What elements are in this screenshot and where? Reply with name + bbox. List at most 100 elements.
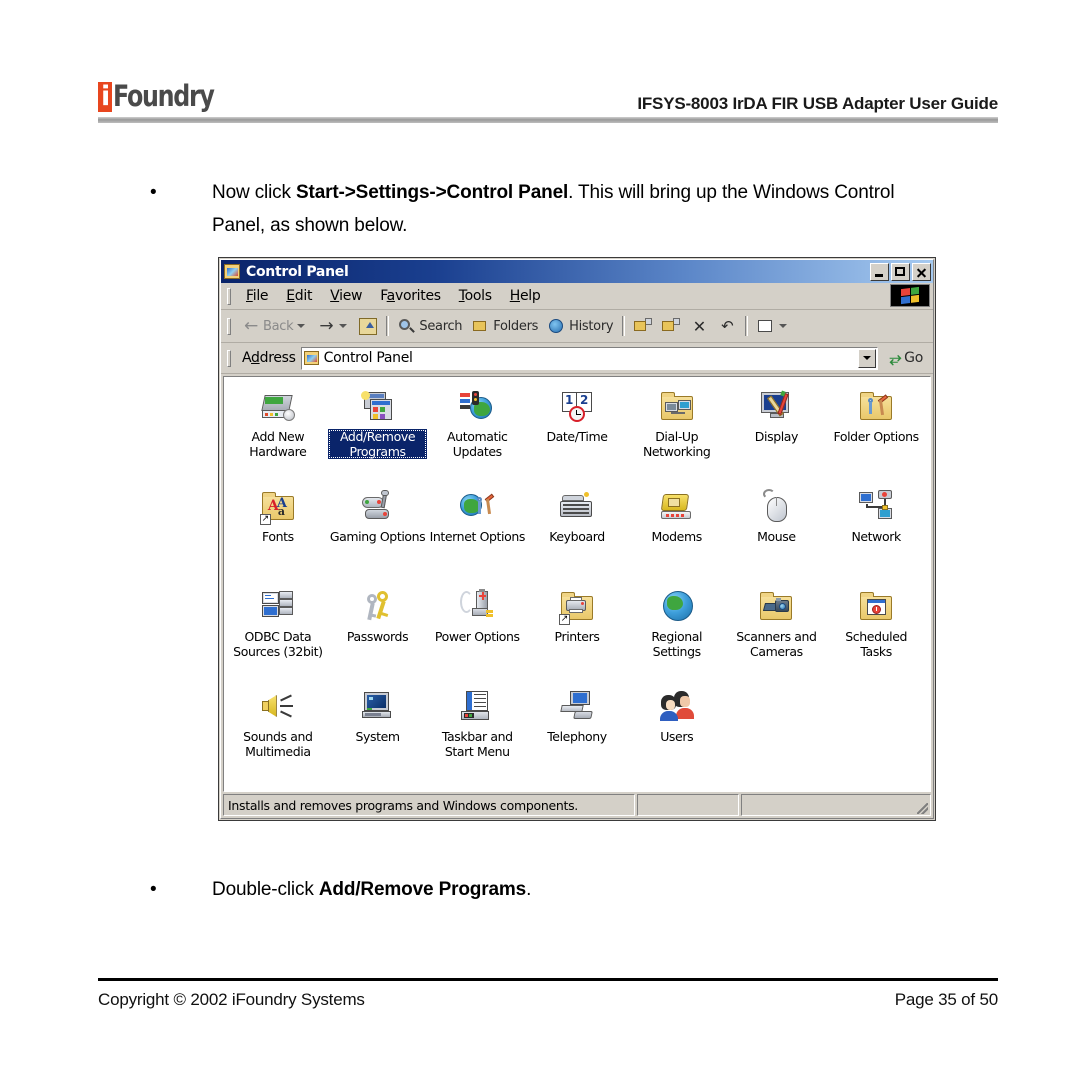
address-dropdown-button[interactable] [858,348,877,368]
menu-item-help[interactable]: Help [501,286,550,306]
cp-item-label: Internet Options [429,529,526,544]
menu-item-file[interactable]: File [237,286,277,306]
header-divider [98,117,998,123]
scanners-and-cameras-icon [757,589,795,625]
delete-x-icon: ✕ [692,316,706,336]
cp-item-scanners-and-cameras[interactable]: Scanners and Cameras [727,585,827,681]
history-icon [548,318,566,335]
cp-item-date-time[interactable]: 1 2 Date/Time [527,385,627,481]
automatic-updates-icon [458,389,496,425]
move-to-button[interactable] [629,316,657,337]
telephony-icon [558,689,596,725]
chevron-down-icon[interactable] [779,324,788,328]
menu-item-edit[interactable]: Edit [277,286,321,306]
window-title-bar[interactable]: Control Panel [221,260,933,283]
cp-item-modems[interactable]: Modems [627,485,727,581]
cp-item-printers[interactable]: ↗ Printers [527,585,627,681]
address-input[interactable]: Control Panel [300,346,879,370]
cp-item-scheduled-tasks[interactable]: Scheduled Tasks [826,585,926,681]
dial-up-networking-icon [658,389,696,425]
cp-item-passwords[interactable]: Passwords [328,585,428,681]
passwords-icon [359,589,397,625]
cp-item-keyboard[interactable]: Keyboard [527,485,627,581]
cp-item-display[interactable]: Display [727,385,827,481]
folders-button-label: Folders [493,318,539,334]
cp-item-taskbar-and-start-menu[interactable]: Taskbar and Start Menu [427,685,527,781]
status-message: Installs and removes programs and Window… [223,794,635,816]
keyboard-icon [558,489,596,525]
status-pane-3 [741,794,931,816]
cp-item-internet-options[interactable]: Internet Options [427,485,527,581]
fonts-icon: A A a ↗ [259,489,297,525]
cp-item-regional-settings[interactable]: Regional Settings [627,585,727,681]
users-icon [658,689,696,725]
menu-item-view[interactable]: View [321,286,371,306]
toolbar-grip[interactable] [227,317,231,335]
cp-item-label: ODBC Data Sources (32bit) [233,629,323,659]
document-footer: Copyright © 2002 iFoundry Systems Page 3… [98,990,998,1010]
menu-item-tools[interactable]: Tools [450,286,501,306]
add-new-hardware-icon [259,389,297,425]
toolbar: ← Back → Search Folders History ✕ ↶ [221,310,933,343]
cp-item-gaming-options[interactable]: Gaming Options [328,485,428,581]
cp-item-label: Keyboard [549,529,605,544]
cp-item-system[interactable]: System [328,685,428,781]
cp-item-add-new-hardware[interactable]: Add New Hardware [228,385,328,481]
resize-grip-icon[interactable] [917,803,928,814]
cp-item-sounds-and-multimedia[interactable]: Sounds and Multimedia [228,685,328,781]
cp-item-add-remove-programs[interactable]: Add/Remove Programs [327,385,428,481]
cp-item-telephony[interactable]: Telephony [527,685,627,781]
cp-item-automatic-updates[interactable]: Automatic Updates [427,385,527,481]
cp-item-odbc-data-sources[interactable]: ODBC Data Sources (32bit) [228,585,328,681]
copy-to-button[interactable] [657,316,685,337]
chevron-down-icon[interactable] [297,324,306,328]
cp-item-network[interactable]: Network [826,485,926,581]
cp-item-folder-options[interactable]: Folder Options [826,385,926,481]
cp-item-fonts[interactable]: A A a ↗ Fonts [228,485,328,581]
shortcut-overlay-icon: ↗ [558,614,570,625]
forward-button[interactable]: → [312,316,354,337]
maximize-icon [895,266,905,276]
maximize-button[interactable] [891,262,910,281]
delete-button[interactable]: ✕ [685,316,713,337]
up-button[interactable] [354,316,382,337]
undo-button[interactable]: ↶ [713,316,741,337]
cp-item-label: Network [851,529,901,544]
menu-bar-grip[interactable] [227,287,231,305]
chevron-down-icon[interactable] [339,324,348,328]
bullet-marker: • [150,182,157,203]
search-button[interactable]: Search [393,316,467,337]
control-panel-content[interactable]: Add New Hardware Add/Remove Programs Aut… [223,376,931,792]
cp-item-mouse[interactable]: Mouse [727,485,827,581]
folders-button[interactable]: Folders [467,316,543,337]
menu-bar: File Edit View Favorites Tools Help [221,283,933,310]
cp-item-users[interactable]: Users [627,685,727,781]
cp-item-label: Display [754,429,799,444]
control-panel-icon [303,351,319,365]
history-button[interactable]: History [543,316,618,337]
close-button[interactable] [912,262,931,281]
address-bar-grip[interactable] [227,349,231,367]
control-panel-window[interactable]: Control Panel File Edit View Favorites T… [218,257,936,821]
cp-item-power-options[interactable]: Power Options [427,585,527,681]
bullet-text-1: Now click Start->Settings->Control Panel… [212,176,950,242]
views-icon [757,318,775,335]
back-button-label: Back [263,318,294,334]
minimize-button[interactable] [870,262,889,281]
status-bar: Installs and removes programs and Window… [221,794,933,818]
instruction-bullet-2: • Double-click Add/Remove Programs. [150,873,950,906]
shortcut-overlay-icon: ↗ [259,514,271,525]
control-panel-icon [224,264,240,279]
go-button[interactable]: ⥂ Go [883,349,929,367]
views-button[interactable] [752,316,794,337]
bullet-2-seg-0: Double-click [212,879,319,900]
cp-item-dial-up-networking[interactable]: Dial-Up Networking [627,385,727,481]
regional-settings-icon [658,589,696,625]
back-button[interactable]: ← Back [237,316,312,337]
document-page: i Foundry IFSYS-8003 IrDA FIR USB Adapte… [0,0,1080,1080]
cp-item-label: Power Options [434,629,520,644]
menu-item-favorites[interactable]: Favorites [371,286,450,306]
go-button-label: Go [904,350,923,366]
window-title: Control Panel [246,263,349,280]
modems-icon [658,489,696,525]
